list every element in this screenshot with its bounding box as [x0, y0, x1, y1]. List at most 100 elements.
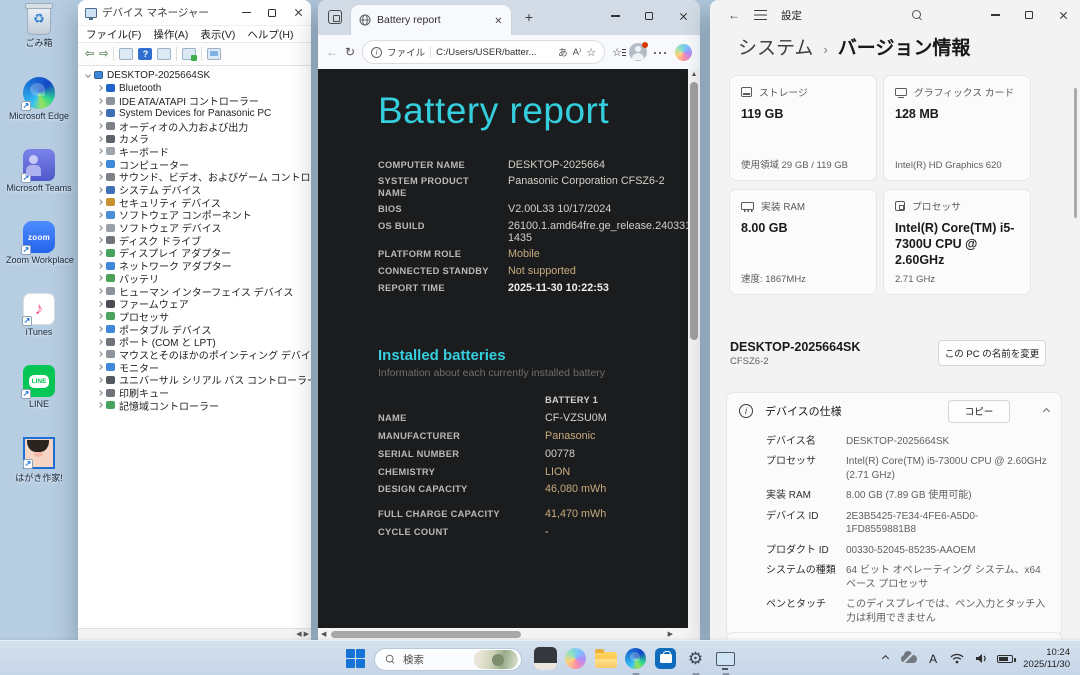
taskbar-edge[interactable] [623, 646, 648, 675]
translate-icon[interactable]: あ [558, 45, 568, 59]
minimize-button[interactable] [978, 0, 1012, 30]
scroll-left-icon[interactable]: ◀ [296, 631, 301, 638]
back-icon[interactable]: ⇦ [85, 48, 94, 60]
minimize-button[interactable] [233, 0, 259, 25]
address-url[interactable]: C:/Users/USER/batter... [436, 47, 553, 58]
scrollbar-thumb[interactable] [690, 82, 698, 340]
breadcrumb-parent[interactable]: システム [738, 33, 813, 60]
expand-chevron-icon[interactable] [97, 300, 103, 307]
desktop-icon[interactable]: ごみ箱 [6, 3, 72, 75]
copilot-icon[interactable] [675, 43, 692, 61]
search-highlight-image[interactable] [474, 650, 518, 669]
export-icon[interactable] [182, 48, 198, 61]
expand-chevron-icon[interactable] [97, 212, 103, 218]
desktop-icon[interactable]: Zoom Workplace [6, 221, 74, 291]
taskbar-device-manager[interactable] [713, 646, 738, 675]
more-menu-icon[interactable] [654, 51, 668, 54]
expand-chevron-icon[interactable] [97, 186, 103, 193]
start-button[interactable] [343, 646, 368, 671]
scrollbar-thumb[interactable] [331, 630, 521, 638]
close-button[interactable] [666, 0, 700, 32]
battery-icon[interactable] [993, 654, 1017, 663]
expand-chevron-icon[interactable] [97, 97, 103, 104]
desktop-icon[interactable]: Microsoft Edge [6, 77, 72, 147]
taskbar-app-dark[interactable] [533, 646, 558, 671]
desktop-icon[interactable]: LINE [6, 365, 72, 435]
expand-chevron-icon[interactable] [97, 275, 103, 282]
expand-chevron-icon[interactable] [97, 85, 103, 91]
spec-card[interactable]: 実装 RAM 8.00 GB 速度: 1867MHz [729, 189, 877, 295]
maximize-button[interactable] [1012, 0, 1046, 30]
menu-item[interactable]: ファイル(F) [86, 27, 141, 42]
expand-chevron-icon[interactable] [97, 199, 103, 206]
expand-chevron-icon[interactable] [97, 338, 103, 345]
browser-tab[interactable]: Battery report [351, 5, 511, 35]
tab-actions-icon[interactable] [328, 10, 342, 24]
menu-item[interactable]: 操作(A) [153, 27, 188, 42]
rename-pc-button[interactable]: この PC の名前を変更 [938, 340, 1046, 366]
onedrive-icon[interactable] [897, 650, 921, 663]
taskbar-file-explorer[interactable] [593, 646, 618, 671]
taskbar-copilot[interactable] [563, 646, 588, 671]
ime-mode-indicator[interactable]: A [921, 652, 945, 666]
help-icon[interactable] [138, 48, 153, 60]
close-button[interactable] [1046, 0, 1080, 30]
copy-button[interactable]: コピー [948, 399, 1010, 423]
expand-chevron-icon[interactable] [97, 288, 103, 294]
menu-item[interactable]: 表示(V) [200, 27, 235, 42]
search-icon[interactable] [912, 9, 923, 21]
close-button[interactable] [285, 0, 311, 25]
spec-card[interactable]: プロセッサ Intel(R) Core(TM) i5-7300U CPU @ 2… [883, 189, 1031, 295]
scroll-right-icon[interactable]: ▶ [304, 631, 309, 638]
expand-chevron-icon[interactable] [97, 389, 103, 396]
scroll-left-icon[interactable]: ◀ [321, 631, 326, 638]
back-icon[interactable]: ← [326, 46, 338, 58]
spec-card[interactable]: ストレージ 119 GB 使用領域 29 GB / 119 GB [729, 75, 877, 181]
collapse-chevron-icon[interactable] [1042, 407, 1051, 415]
taskbar-settings[interactable] [683, 646, 708, 675]
device-manager-titlebar[interactable]: デバイス マネージャー [78, 0, 311, 25]
hamburger-menu-icon[interactable] [754, 9, 767, 12]
settings-titlebar[interactable]: ← 設定 [710, 0, 1080, 30]
scan-hardware-icon[interactable] [207, 48, 222, 60]
maximize-button[interactable] [259, 0, 285, 25]
expand-chevron-icon[interactable] [97, 313, 103, 320]
scroll-up-icon[interactable]: ▲ [691, 71, 698, 78]
properties-icon[interactable] [157, 48, 172, 60]
console-tree-icon[interactable] [119, 48, 134, 60]
desktop-icon[interactable]: はがき作家! [6, 437, 72, 507]
address-bar[interactable]: ファイル C:/Users/USER/batter... あ A⁾ [362, 40, 606, 64]
expand-chevron-icon[interactable] [97, 110, 103, 117]
taskbar-search[interactable]: 検索 [374, 648, 522, 671]
desktop-icon[interactable]: iTunes [6, 293, 72, 363]
taskbar-clock[interactable]: 10:24 2025/11/30 [1017, 647, 1080, 671]
expand-chevron-icon[interactable] [97, 161, 103, 167]
expand-chevron-icon[interactable] [97, 326, 103, 332]
vertical-scrollbar[interactable]: ▲ [688, 69, 700, 628]
tab-close-icon[interactable] [494, 16, 502, 24]
expand-chevron-icon[interactable] [97, 402, 103, 409]
expand-chevron-icon[interactable] [97, 237, 103, 244]
minimize-button[interactable] [598, 0, 632, 32]
favorite-star-icon[interactable] [586, 46, 596, 59]
expand-chevron-icon[interactable] [97, 351, 103, 358]
back-icon[interactable]: ← [728, 8, 740, 22]
menu-item[interactable]: ヘルプ(H) [247, 27, 293, 42]
horizontal-scrollbar[interactable]: ◀ ▶ [318, 628, 688, 640]
spec-card[interactable]: グラフィックス カード 128 MB Intel(R) HD Graphics … [883, 75, 1031, 181]
expand-chevron-icon[interactable] [97, 364, 103, 370]
expand-chevron-icon[interactable] [97, 224, 103, 231]
scroll-right-icon[interactable]: ▶ [668, 631, 673, 638]
maximize-button[interactable] [632, 0, 666, 32]
expand-chevron-icon[interactable] [97, 135, 103, 142]
expand-chevron-icon[interactable] [97, 250, 103, 256]
wifi-icon[interactable] [945, 653, 969, 664]
desktop-icon[interactable]: Microsoft Teams [6, 149, 72, 219]
tree-item[interactable]: IDE ATA/ATAPI コントローラー [84, 94, 311, 108]
read-aloud-icon[interactable]: A⁾ [573, 47, 582, 58]
new-tab-button[interactable] [520, 9, 538, 27]
collapse-chevron-icon[interactable] [85, 72, 91, 79]
tree-root[interactable]: DESKTOP-2025664SK [84, 69, 311, 82]
forward-icon[interactable]: ⇨ [99, 48, 108, 60]
taskbar-store[interactable] [653, 646, 678, 671]
